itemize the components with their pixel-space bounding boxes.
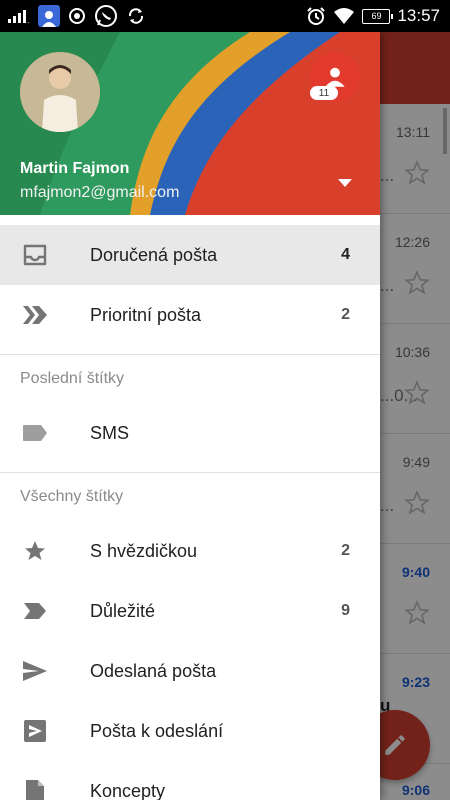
battery-icon: 69 — [362, 8, 394, 24]
menu-label: S hvězdičkou — [90, 540, 198, 561]
account-count-badge: 11 — [310, 86, 338, 100]
priority-icon — [22, 303, 48, 327]
status-time: 13:57 — [397, 6, 440, 25]
menu-count: 2 — [341, 542, 350, 559]
avatar[interactable] — [20, 52, 100, 132]
menu-item-outbox[interactable]: Pošta k odeslání — [0, 701, 380, 761]
account-email: mfajmon2@gmail.com — [20, 184, 180, 201]
sync-icon — [126, 6, 146, 26]
menu-label: Doručená pošta — [90, 244, 218, 265]
menu-item-sent[interactable]: Odeslaná pošta — [0, 641, 380, 701]
account-dropdown[interactable] — [338, 174, 352, 192]
star-icon — [22, 539, 48, 563]
menu-item-drafts[interactable]: Koncepty — [0, 761, 380, 800]
target-icon — [68, 7, 86, 25]
menu-count: 9 — [341, 602, 350, 619]
menu-label: Pošta k odeslání — [90, 720, 224, 741]
draft-icon — [22, 779, 48, 800]
dropdown-arrow-icon — [338, 179, 352, 187]
important-icon — [22, 599, 48, 623]
navigation-drawer: 11 Martin Fajmon mfajmon2@gmail.com Doru… — [0, 32, 380, 800]
menu-item-starred[interactable]: S hvězdičkou 2 — [0, 521, 380, 581]
menu-count: 4 — [341, 246, 350, 263]
menu-label: Prioritní pošta — [90, 304, 202, 325]
section-header: Všechny štítky — [20, 488, 124, 505]
menu-item-sms[interactable]: SMS — [0, 403, 380, 463]
wifi-icon — [333, 7, 355, 25]
signal-icon: . — [8, 9, 30, 23]
status-bar: . 69 13:57 — [0, 0, 450, 32]
menu-item-important[interactable]: Důležité 9 — [0, 581, 380, 641]
outbox-icon — [22, 719, 48, 743]
send-icon — [22, 659, 48, 683]
menu-label: SMS — [90, 422, 130, 443]
menu-label: Odeslaná pošta — [90, 660, 217, 681]
svg-text:.: . — [27, 16, 29, 23]
menu-count: 2 — [341, 306, 350, 323]
alarm-icon — [306, 6, 326, 26]
menu-item-inbox[interactable]: Doručená pošta 4 — [0, 225, 380, 285]
menu-item-priority[interactable]: Prioritní pošta 2 — [0, 285, 380, 345]
section-header: Poslední štítky — [20, 370, 125, 387]
drawer-menu: Doručená pošta 4 Prioritní pošta 2 Posle… — [0, 225, 380, 800]
inbox-icon — [22, 243, 48, 267]
whatsapp-icon — [94, 4, 118, 28]
menu-label: Koncepty — [90, 780, 166, 800]
contacts-icon — [38, 5, 60, 27]
account-name: Martin Fajmon — [20, 160, 130, 177]
menu-label: Důležité — [90, 600, 156, 621]
label-icon — [22, 421, 48, 445]
account-header: 11 Martin Fajmon mfajmon2@gmail.com — [0, 32, 380, 215]
